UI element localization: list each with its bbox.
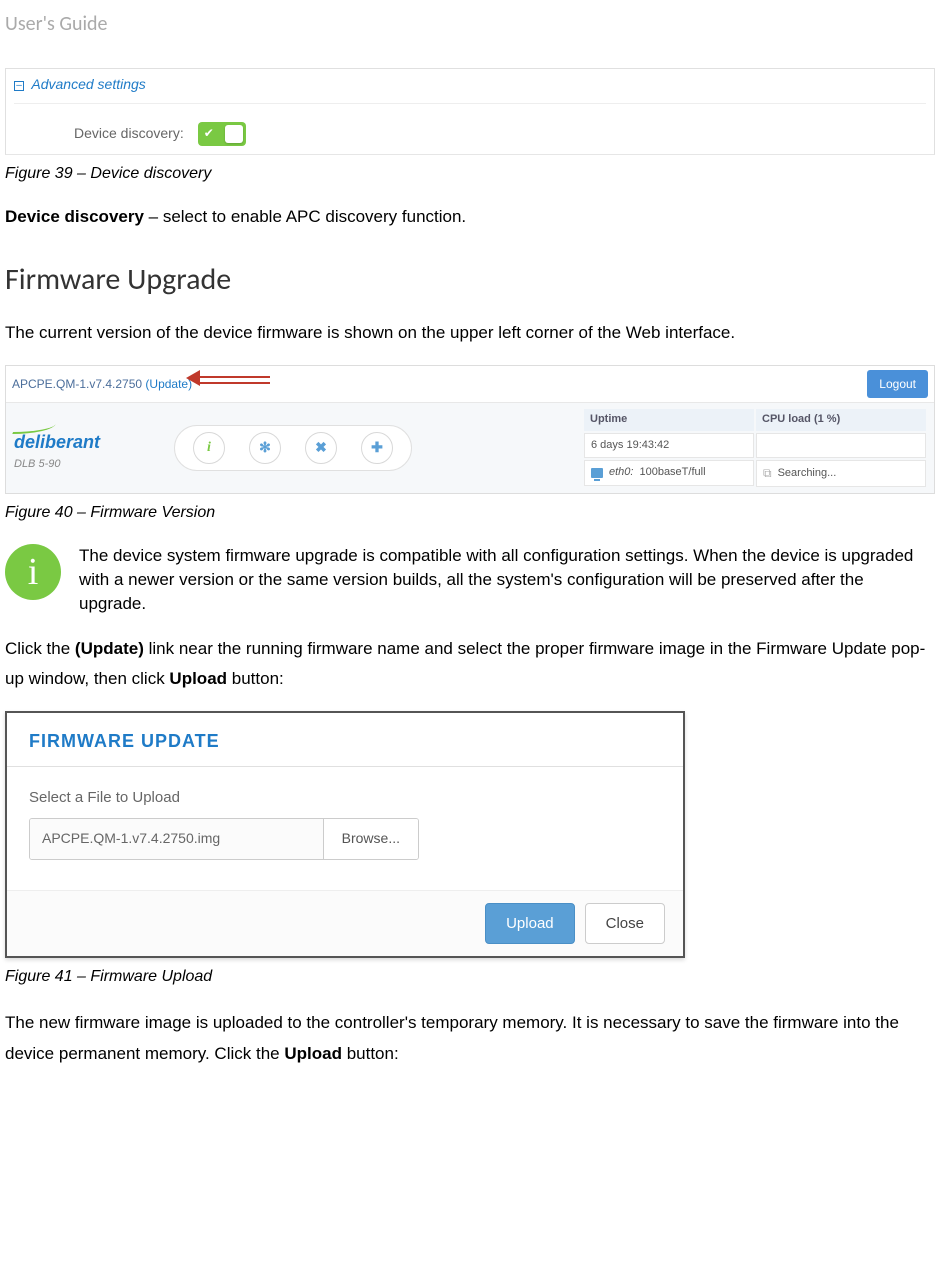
status-panel: Uptime 6 days 19:43:42 eth0: 100baseT/fu…: [584, 409, 926, 487]
info-note: i The device system firmware upgrade is …: [5, 544, 935, 615]
uptime-value: 6 days 19:43:42: [584, 433, 754, 458]
close-button[interactable]: Close: [585, 903, 665, 944]
dialog-title: FIRMWARE UPDATE: [7, 713, 683, 767]
device-discovery-toggle[interactable]: ✔: [198, 122, 246, 146]
section-heading: Firmware Upgrade: [5, 259, 935, 301]
firmware-version-text: APCPE.QM-1.v7.4.2750 (Update): [12, 376, 192, 393]
web-interface-header: APCPE.QM-1.v7.4.2750 (Update) Logout del…: [5, 365, 935, 494]
brand-logo: deliberant: [14, 430, 144, 455]
wifi-status: ⧉ Searching...: [756, 460, 926, 487]
model-label: DLB 5-90: [14, 457, 144, 472]
brand-block: deliberant DLB 5-90: [14, 424, 144, 473]
uptime-label: Uptime: [584, 409, 754, 430]
panel-title-text: Advanced settings: [31, 76, 145, 92]
eth-status: eth0: 100baseT/full: [584, 460, 754, 485]
gear-icon[interactable]: ✻: [249, 432, 281, 464]
device-discovery-description: Device discovery – select to enable APC …: [5, 205, 935, 229]
figure-39-caption: Figure 39 – Device discovery: [5, 163, 935, 185]
figure-41-caption: Figure 41 – Firmware Upload: [5, 966, 935, 988]
monitor-icon: [591, 468, 603, 478]
upload-button[interactable]: Upload: [485, 903, 575, 944]
firmware-update-dialog: FIRMWARE UPDATE Select a File to Upload …: [5, 711, 685, 958]
logout-button[interactable]: Logout: [867, 370, 928, 399]
medkit-icon[interactable]: ✚: [361, 432, 393, 464]
device-discovery-label: Device discovery:: [74, 124, 184, 144]
selected-filename: APCPE.QM-1.v7.4.2750.img: [30, 819, 323, 859]
advanced-settings-panel: – Advanced settings Device discovery: ✔: [5, 68, 935, 155]
intro-text: The current version of the device firmwa…: [5, 321, 935, 345]
file-input-row: APCPE.QM-1.v7.4.2750.img Browse...: [29, 818, 419, 860]
document-header: User's Guide: [5, 10, 935, 38]
toggle-knob: [225, 125, 243, 143]
nav-toolbar: i ✻ ✖ ✚: [174, 425, 412, 471]
browse-button[interactable]: Browse...: [323, 819, 418, 859]
figure-40-caption: Figure 40 – Firmware Version: [5, 502, 935, 524]
instruction-paragraph-1: Click the (Update) link near the running…: [5, 634, 935, 695]
check-icon: ✔: [204, 125, 214, 142]
instruction-paragraph-2: The new firmware image is uploaded to th…: [5, 1008, 935, 1069]
cpu-bar: [756, 433, 926, 458]
red-arrow-annotation: [186, 371, 276, 385]
select-file-label: Select a File to Upload: [29, 787, 661, 808]
collapse-icon[interactable]: –: [14, 81, 24, 91]
wifi-icon: ⧉: [763, 465, 772, 482]
info-icon[interactable]: i: [193, 432, 225, 464]
tools-icon[interactable]: ✖: [305, 432, 337, 464]
info-note-text: The device system firmware upgrade is co…: [79, 544, 935, 615]
info-icon: i: [5, 544, 61, 600]
panel-title[interactable]: – Advanced settings: [14, 75, 926, 104]
cpu-load-label: CPU load (1 %): [756, 409, 926, 430]
